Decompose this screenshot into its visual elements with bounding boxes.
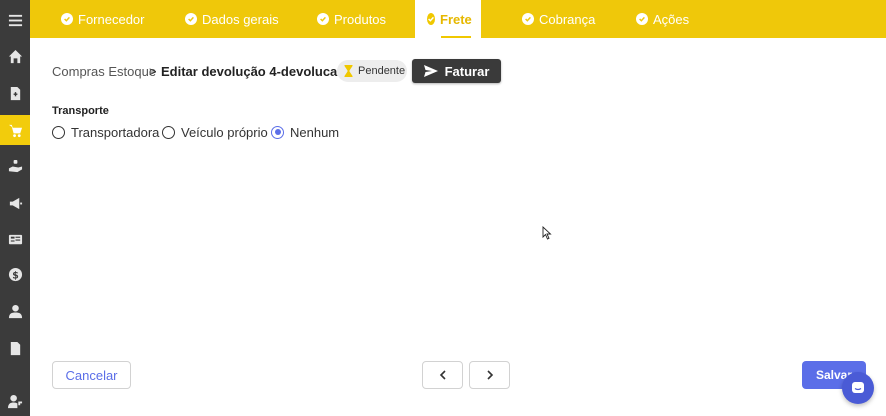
file-icon <box>10 341 20 355</box>
status-badge: Pendente <box>337 60 407 82</box>
sidebar: $ <box>0 0 30 416</box>
svg-text:$: $ <box>12 270 19 281</box>
breadcrumb-separator: > <box>149 64 157 79</box>
status-badge-label: Pendente <box>358 65 406 77</box>
radio-label: Veículo próprio <box>181 124 268 140</box>
radio-circle[interactable] <box>162 125 175 139</box>
sidebar-item-hand[interactable] <box>0 151 30 181</box>
megaphone-icon <box>9 197 22 209</box>
tab-label: Produtos <box>334 11 387 27</box>
tab-frete[interactable]: Frete <box>415 0 481 38</box>
sidebar-item-documents[interactable] <box>0 78 30 108</box>
dollar-icon: $ <box>8 267 22 281</box>
radio-label: Transportadora <box>71 124 160 140</box>
radio-circle[interactable] <box>52 125 65 139</box>
transport-label: Transporte <box>52 105 109 117</box>
check-circle-icon <box>636 13 648 25</box>
home-icon <box>8 49 22 63</box>
check-circle-icon <box>522 13 534 25</box>
radio-label: Nenhum <box>290 124 340 140</box>
check-circle-icon <box>427 13 435 25</box>
check-circle-icon <box>185 13 197 25</box>
check-circle-icon <box>317 13 329 25</box>
sidebar-item-purchases[interactable] <box>0 115 30 145</box>
sidebar-item-user-key[interactable] <box>0 386 30 416</box>
app-root: $ Fornecedor Dados gerais Produtos Frete <box>0 0 886 416</box>
tab-label: Dados gerais <box>202 11 279 27</box>
tab-produtos[interactable]: Produtos <box>317 0 386 38</box>
next-step-button[interactable] <box>469 361 510 389</box>
sidebar-item-cards[interactable] <box>0 224 30 254</box>
step-tabs-bar: Fornecedor Dados gerais Produtos Frete C… <box>30 0 886 38</box>
sidebar-item-finance[interactable]: $ <box>0 259 30 289</box>
hourglass-icon <box>344 65 353 77</box>
sidebar-item-home[interactable] <box>0 41 30 71</box>
page-title: Editar devolução 4-devolucao-3 <box>161 64 357 79</box>
tab-acoes[interactable]: Ações <box>636 0 689 38</box>
tab-dados-gerais[interactable]: Dados gerais <box>185 0 279 38</box>
tab-label: Cobrança <box>539 11 596 27</box>
chat-icon <box>852 382 864 393</box>
hand-icon <box>8 159 22 172</box>
chat-widget-button[interactable] <box>842 372 874 404</box>
faturar-button[interactable]: Faturar <box>412 59 501 83</box>
faturar-button-label: Faturar <box>444 63 490 79</box>
document-icon <box>10 86 20 100</box>
tab-label: Frete <box>440 11 472 27</box>
tab-label: Fornecedor <box>78 11 145 27</box>
user-icon <box>8 304 22 318</box>
radio-nenhum[interactable]: Nenhum <box>271 124 340 140</box>
sidebar-item-users[interactable] <box>0 296 30 326</box>
radio-circle-checked[interactable] <box>271 125 284 139</box>
menu-icon <box>8 14 22 26</box>
tab-label: Ações <box>653 11 690 27</box>
send-icon <box>423 65 438 77</box>
radio-transportadora[interactable]: Transportadora <box>52 124 160 140</box>
radio-veiculo-proprio[interactable]: Veículo próprio <box>162 124 268 140</box>
cancel-button[interactable]: Cancelar <box>52 361 131 389</box>
tab-fornecedor[interactable]: Fornecedor <box>61 0 144 38</box>
check-circle-icon <box>61 13 73 25</box>
previous-step-button[interactable] <box>422 361 463 389</box>
cart-icon <box>8 124 22 137</box>
tab-cobranca[interactable]: Cobrança <box>522 0 595 38</box>
mouse-cursor-icon <box>542 226 552 240</box>
id-card-icon <box>8 234 22 244</box>
sidebar-item-files[interactable] <box>0 333 30 363</box>
user-key-icon <box>7 394 22 408</box>
sidebar-item-marketing[interactable] <box>0 188 30 218</box>
chevron-left-icon <box>439 370 446 380</box>
chevron-right-icon <box>486 370 493 380</box>
sidebar-item-menu[interactable] <box>0 5 30 35</box>
breadcrumb-root-link[interactable]: Compras Estoque <box>52 64 156 79</box>
